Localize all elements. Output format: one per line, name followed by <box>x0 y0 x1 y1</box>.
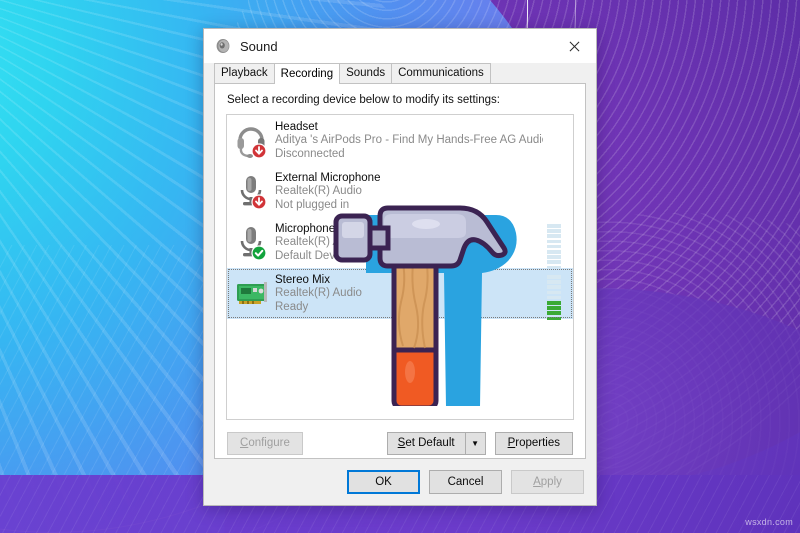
volume-meter-segment <box>547 249 561 254</box>
volume-meter-segment <box>547 290 561 295</box>
device-detail: Realtek(R) Audio <box>275 287 362 299</box>
device-text: Stereo Mix Realtek(R) Audio Ready <box>275 273 543 314</box>
apply-button[interactable]: Apply <box>511 470 584 494</box>
set-default-button[interactable]: Set Default <box>386 432 465 455</box>
properties-button[interactable]: Properties <box>494 432 573 455</box>
volume-meter-segment <box>547 229 561 233</box>
device-status: Default Device <box>275 249 350 262</box>
device-name: Headset <box>275 121 318 133</box>
dialog-title: Sound <box>240 38 278 54</box>
set-default-button-label: Set Default <box>397 437 455 449</box>
device-detail: Aditya 's AirPods Pro - Find My Hands-Fr… <box>275 134 543 146</box>
volume-meter <box>547 224 561 270</box>
volume-meter-segment <box>547 275 561 279</box>
tab-playback[interactable]: Playback <box>214 63 275 83</box>
volume-meter-segment <box>547 280 561 284</box>
device-row[interactable]: External Microphone Realtek(R) Audio Not p… <box>227 166 573 217</box>
volume-meter-segment <box>547 306 561 310</box>
volume-meter <box>547 275 561 321</box>
volume-meter-segment <box>547 244 561 249</box>
microphone-icon <box>235 222 269 262</box>
tab-recording[interactable]: Recording <box>273 63 341 84</box>
tab-communications[interactable]: Communications <box>391 63 491 83</box>
panel-button-row: Configure Set Default ▼ Properties <box>226 420 574 455</box>
device-row[interactable]: Stereo Mix Realtek(R) Audio Ready <box>227 268 573 321</box>
configure-button[interactable]: Configure <box>227 432 303 455</box>
recording-tab-panel: Select a recording device below to modif… <box>214 83 586 459</box>
apply-button-label: Apply <box>533 475 562 488</box>
device-name: Stereo Mix <box>275 274 330 286</box>
volume-meter-segment <box>547 239 561 244</box>
device-name: Microphone <box>275 223 336 235</box>
recording-device-list[interactable]: Headset Aditya 's AirPods Pro - Find My H… <box>226 114 574 420</box>
ok-button-label: OK <box>375 475 392 488</box>
device-text: Headset Aditya 's AirPods Pro - Find My H… <box>275 120 543 161</box>
dialog-titlebar: Sound <box>204 29 596 63</box>
volume-meter-segment <box>547 255 561 259</box>
set-default-split-button: Set Default ▼ <box>386 432 486 455</box>
volume-meter-segment <box>547 300 561 305</box>
volume-meter-segment <box>547 295 561 300</box>
device-name: External Microphone <box>275 172 381 184</box>
panel-description: Select a recording device below to modif… <box>227 94 500 106</box>
device-status: Not plugged in <box>275 198 350 211</box>
volume-meter-segment <box>547 234 561 238</box>
dialog-footer: OK Cancel Apply <box>204 459 596 505</box>
tab-sounds[interactable]: Sounds <box>339 63 393 83</box>
device-detail: Realtek(R) Audio <box>275 236 362 248</box>
device-text: Microphone Realtek(R) Audio Default Device <box>275 222 543 263</box>
device-detail: Realtek(R) Audio <box>275 185 362 197</box>
device-row[interactable]: Headset Aditya 's AirPods Pro - Find My H… <box>227 115 573 166</box>
properties-button-label: Properties <box>507 437 560 449</box>
volume-meter-segment <box>547 260 561 264</box>
sound-card-icon <box>235 273 269 313</box>
volume-meter-segment <box>547 316 561 321</box>
device-text: External Microphone Realtek(R) Audio Not p… <box>275 171 543 212</box>
speaker-icon <box>214 37 232 55</box>
ok-button[interactable]: OK <box>347 470 420 494</box>
volume-meter-segment <box>547 224 561 228</box>
configure-button-label: Configure <box>240 437 290 449</box>
volume-meter-segment <box>547 311 561 315</box>
device-status: Disconnected <box>275 147 345 160</box>
watermark: wsxdn.com <box>745 517 793 527</box>
headset-icon <box>235 120 269 160</box>
tabstrip: Playback Recording Sounds Communications <box>204 63 596 84</box>
device-status: Ready <box>275 300 309 313</box>
close-icon[interactable] <box>552 30 596 63</box>
chevron-down-icon[interactable]: ▼ <box>464 432 486 455</box>
device-row[interactable]: Microphone Realtek(R) Audio Default Device <box>227 217 573 270</box>
cancel-button[interactable]: Cancel <box>429 470 502 494</box>
sound-dialog: Sound Playback Recording Sounds Communic… <box>203 28 597 506</box>
volume-meter-segment <box>547 285 561 289</box>
microphone-icon <box>235 171 269 211</box>
cancel-button-label: Cancel <box>447 475 484 488</box>
